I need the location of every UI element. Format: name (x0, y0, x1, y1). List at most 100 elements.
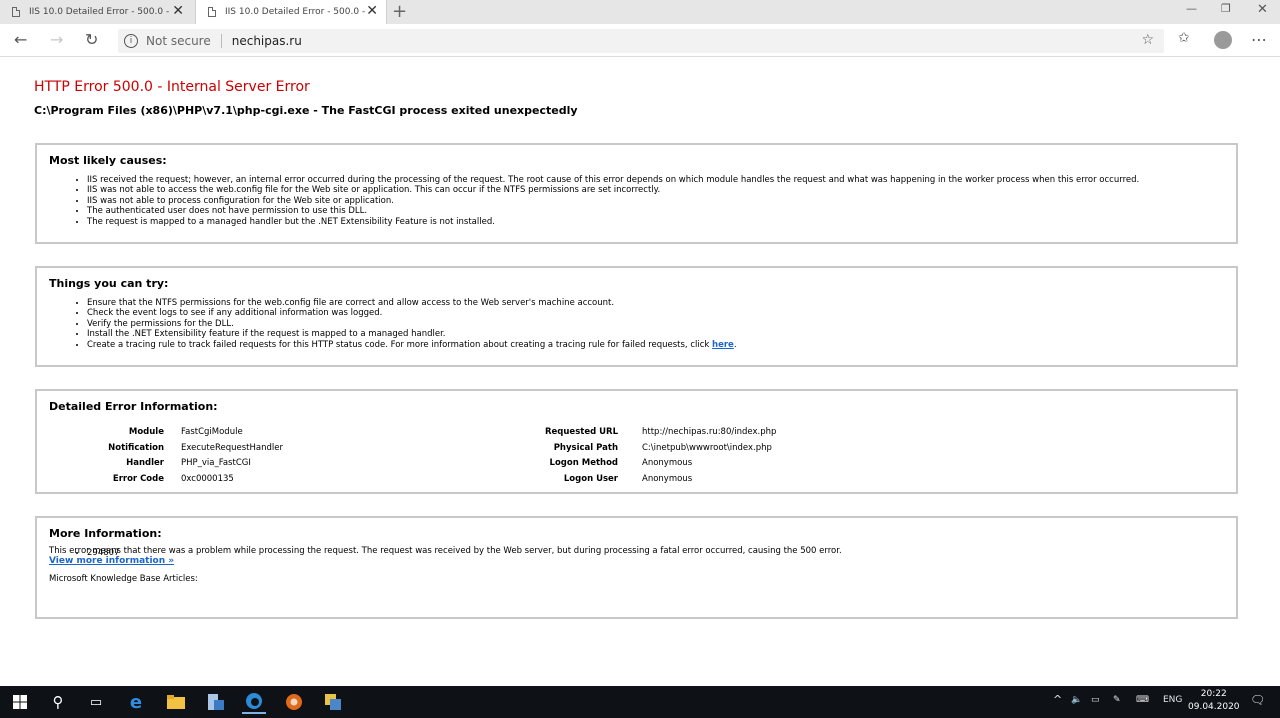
kb-title: Microsoft Knowledge Base Articles: (49, 574, 198, 584)
tab-close-icon[interactable]: ✕ (366, 3, 378, 19)
window-close-icon[interactable]: ✕ (1257, 2, 1268, 17)
table-row: Module FastCgiModule (37, 425, 283, 441)
detail-value: http://nechipas.ru:80/index.php (642, 427, 777, 437)
url-host: nechipas.ru (231, 34, 302, 48)
detail-label: Logon User (563, 473, 618, 484)
tab-close-icon[interactable]: ✕ (172, 3, 184, 19)
app-window-icon (325, 694, 341, 710)
minimize-icon[interactable]: — (1186, 2, 1197, 15)
tab-2[interactable]: IIS 10.0 Detailed Error - 500.0 - Intern… (195, 0, 387, 24)
more-options-icon[interactable]: ⋯ (1251, 30, 1267, 49)
server-icon (208, 694, 224, 710)
table-row: Notification ExecuteRequestHandler (37, 441, 283, 457)
table-row: Logon Method Anonymous (477, 456, 776, 472)
favorites-list-icon[interactable]: ✩ (1178, 30, 1190, 46)
maximize-icon[interactable]: ❐ (1221, 2, 1231, 15)
detail-label: Error Code (112, 473, 164, 484)
tab-title: IIS 10.0 Detailed Error - 500.0 - Intern… (225, 7, 365, 17)
causes-list: IIS received the request; however, an in… (87, 175, 1139, 227)
table-row: Logon User Anonymous (477, 472, 776, 488)
detail-value: C:\inetpub\wwwroot\index.php (642, 442, 772, 453)
try-list: Ensure that the NTFS permissions for the… (87, 298, 737, 350)
refresh-icon[interactable]: ↻ (85, 30, 98, 49)
separator (220, 34, 222, 48)
table-row: Physical Path C:\inetpub\wwwroot\index.ph… (477, 441, 776, 457)
volume-icon[interactable]: 🔈 (1071, 695, 1082, 705)
page-title: HTTP Error 500.0 - Internal Server Error (34, 79, 310, 95)
list-item: The request is mapped to a managed handl… (87, 217, 1139, 227)
keyboard-icon[interactable]: ⌨ (1136, 695, 1149, 705)
network-icon[interactable]: ▭ (1091, 695, 1100, 705)
app-icon[interactable] (321, 690, 345, 714)
detail-label: Handler (126, 458, 164, 468)
detail-label: Physical Path (553, 442, 618, 453)
detail-value: Anonymous (642, 473, 693, 484)
start-button[interactable] (8, 690, 32, 714)
detail-label: Logon Method (549, 458, 618, 468)
tab-1[interactable]: IIS 10.0 Detailed Error - 500.0 - Intern… (0, 0, 192, 24)
edge-icon[interactable] (242, 690, 266, 714)
list-item-text: Create a tracing rule to track failed re… (87, 339, 713, 350)
clock-date: 09.04.2020 (1188, 702, 1240, 712)
chevron-up-icon[interactable]: ^ (1053, 693, 1062, 706)
windows-icon (13, 695, 27, 709)
list-item: Install the .NET Extensibility feature i… (87, 329, 737, 339)
folder-icon (167, 695, 185, 709)
page-icon (208, 7, 216, 17)
server-manager-icon[interactable] (203, 690, 227, 714)
address-bar[interactable]: i Not secure nechipas.ru ☆ (118, 29, 1164, 53)
more-info-box: More Information: This error means that … (35, 516, 1238, 619)
table-row: Handler PHP_via_FastCGI (37, 456, 283, 472)
detail-value: 0xc0000135 (181, 473, 234, 484)
details-left-table: Module FastCgiModule Notification ExecuteR… (37, 425, 283, 487)
clock-time: 20:22 (1200, 689, 1227, 699)
causes-heading: Most likely causes: (49, 154, 167, 167)
try-box: Things you can try: Ensure that the NTFS… (35, 266, 1238, 367)
navigation-bar: ← → ↻ i Not secure nechipas.ru ☆ ✩ ⋯ (0, 24, 1280, 57)
task-view-icon[interactable]: ▭ (84, 690, 108, 714)
list-item: IIS was not able to access the web.confi… (87, 185, 1139, 195)
table-row: Requested URL http://nechipas.ru:80/index… (477, 425, 776, 441)
internet-explorer-icon[interactable]: e (124, 690, 148, 714)
list-item: Verify the permissions for the DLL. (87, 319, 737, 329)
notifications-icon[interactable]: 🗨 (1250, 693, 1265, 707)
list-item: The authenticated user does not have per… (87, 206, 1139, 216)
table-row: Error Code 0xc0000135 (37, 472, 283, 488)
page-icon (12, 7, 20, 17)
firefox-icon[interactable] (282, 690, 306, 714)
tab-title: IIS 10.0 Detailed Error - 500.0 - Intern… (29, 7, 169, 17)
details-heading: Detailed Error Information: (49, 400, 218, 413)
security-label: Not secure (146, 34, 211, 48)
more-heading: More Information: (49, 527, 162, 540)
page-subtitle: C:\Program Files (x86)\PHP\v7.1\php-cgi.… (34, 104, 578, 117)
causes-box: Most likely causes: IIS received the req… (35, 143, 1238, 244)
try-heading: Things you can try: (49, 277, 169, 290)
detail-value: PHP_via_FastCGI (181, 458, 251, 468)
page-content: HTTP Error 500.0 - Internal Server Error… (0, 58, 1280, 686)
kb-list: 294807 (87, 548, 119, 558)
list-item: IIS received the request; however, an in… (87, 175, 1139, 185)
details-box: Detailed Error Information: Module FastCg… (35, 389, 1238, 494)
file-explorer-icon[interactable] (164, 690, 188, 714)
list-item: Create a tracing rule to track failed re… (87, 340, 737, 350)
list-item: Check the event logs to see if any addit… (87, 308, 737, 318)
detail-label: Requested URL (544, 427, 618, 437)
avatar[interactable] (1214, 31, 1232, 49)
pen-icon[interactable]: ✎ (1113, 695, 1121, 705)
details-right-table: Requested URL http://nechipas.ru:80/index… (477, 425, 776, 487)
favorite-star-icon[interactable]: ☆ (1141, 32, 1154, 48)
new-tab-icon[interactable]: + (392, 1, 407, 22)
detail-value: Anonymous (642, 458, 693, 468)
back-icon[interactable]: ← (14, 30, 27, 49)
info-icon[interactable]: i (124, 34, 138, 48)
tab-bar: IIS 10.0 Detailed Error - 500.0 - Intern… (0, 0, 1280, 24)
detail-value: ExecuteRequestHandler (181, 442, 283, 453)
app-icon (286, 694, 302, 710)
search-icon[interactable]: ⚲ (46, 690, 70, 714)
here-link[interactable]: here (712, 340, 734, 350)
forward-icon[interactable]: → (50, 30, 63, 49)
detail-value: FastCgiModule (181, 427, 243, 437)
language-indicator[interactable]: ENG (1163, 695, 1182, 705)
clock[interactable]: 20:22 09.04.2020 (1188, 688, 1240, 714)
taskbar: ⚲ ▭ e ^ 🔈 ▭ ✎ ⌨ ENG 20:22 09.04.2020 🗨 (0, 686, 1280, 718)
